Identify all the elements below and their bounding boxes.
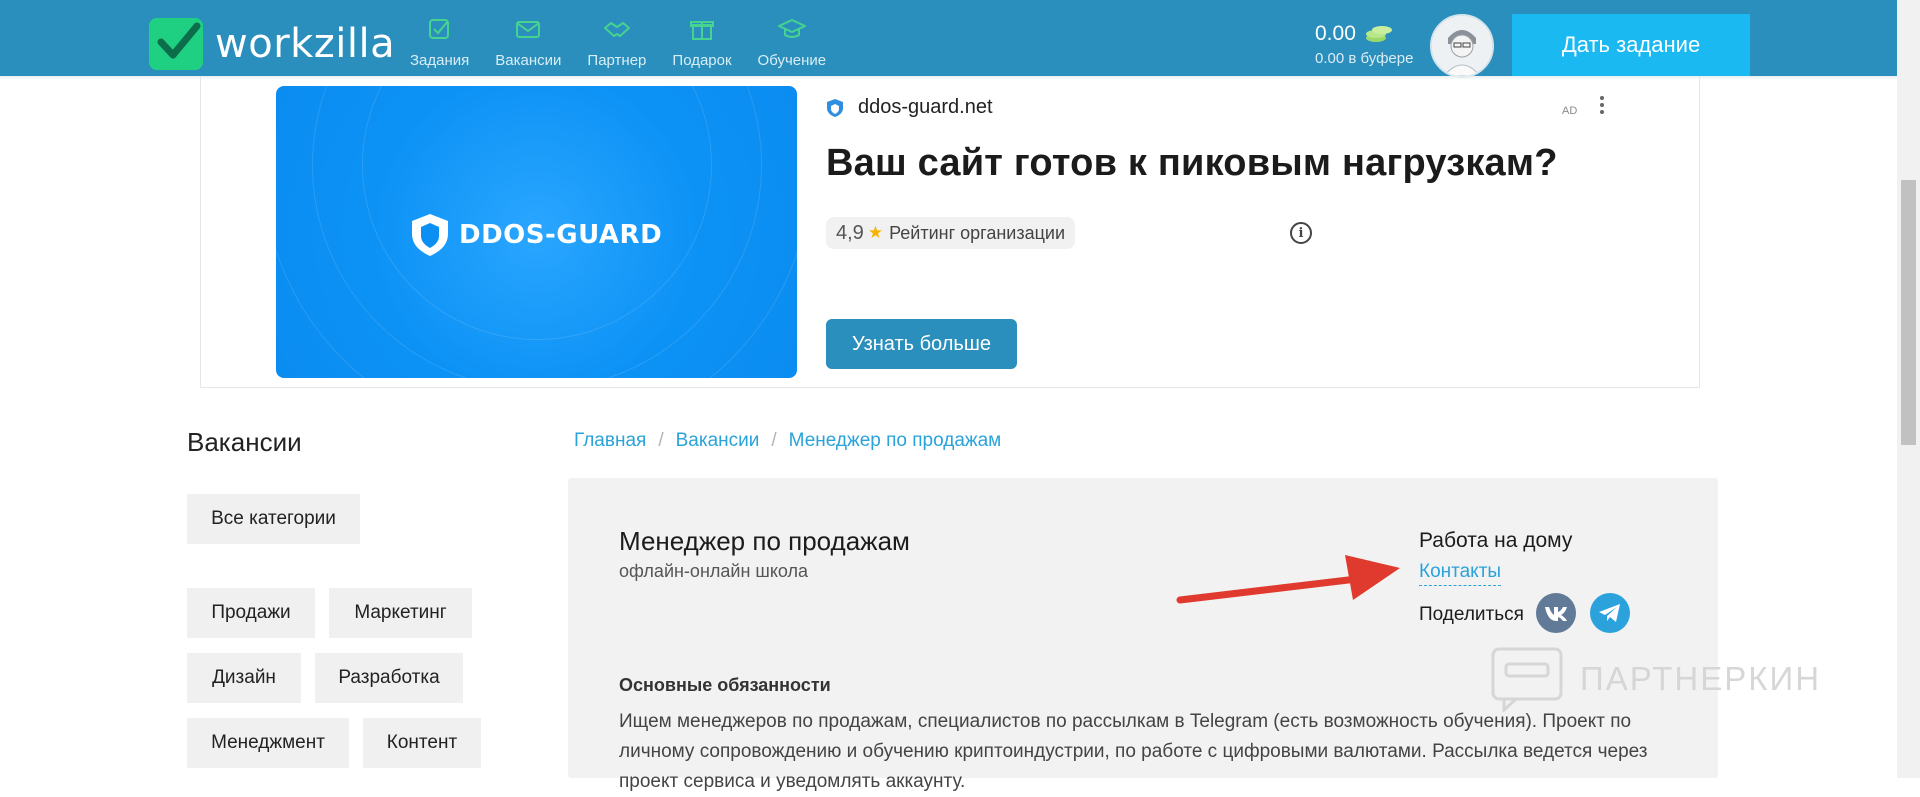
nav-item-tasks[interactable]: Задания	[410, 14, 469, 69]
ad-banner-image[interactable]: DDOS-GUARD	[276, 86, 797, 378]
share-label: Поделиться	[1419, 604, 1524, 625]
nav-label: Подарок	[672, 52, 732, 69]
breadcrumb-home[interactable]: Главная	[574, 430, 646, 452]
workzilla-logo[interactable]: workzilla	[149, 18, 395, 70]
ad-badge: AD	[1562, 105, 1578, 117]
duties-text: Ищем менеджеров по продажам, специалисто…	[619, 711, 1648, 792]
category-design[interactable]: Дизайн	[187, 653, 301, 703]
buffer-balance: 0.00 в буфере	[1315, 50, 1414, 67]
rating-label: Рейтинг организации	[889, 222, 1066, 243]
ad-block: DDOS-GUARD ddos-guard.net AD Ваш сайт го…	[200, 76, 1700, 388]
vacancies-icon	[516, 21, 541, 38]
nav-item-education[interactable]: Обучение	[757, 14, 827, 69]
nav-label: Вакансии	[495, 52, 562, 69]
watermark-text: ПАРТНЕРКИН	[1580, 660, 1822, 697]
nav-label: Партнер	[587, 52, 647, 69]
vk-share-button[interactable]	[1536, 593, 1576, 633]
sidebar-title: Вакансии	[187, 427, 302, 457]
page-scrollbar[interactable]	[1897, 0, 1920, 778]
tasks-icon	[428, 19, 449, 39]
rating-value: 4,9	[836, 221, 864, 244]
info-icon[interactable]: i	[1290, 222, 1312, 244]
balance[interactable]: 0.00 0.00 в буфере	[1315, 22, 1413, 67]
gift-icon	[689, 21, 714, 40]
banner-brand: DDOS-GUARD	[459, 220, 663, 250]
education-icon	[777, 19, 806, 38]
top-header: workzilla Задания Вакансии Партнер Подар…	[0, 0, 1920, 78]
nav-label: Обучение	[757, 52, 827, 69]
nav-item-partner[interactable]: Партнер	[587, 14, 646, 69]
red-arrow-annotation	[1176, 555, 1400, 604]
scrollbar-thumb[interactable]	[1901, 180, 1916, 445]
job-work-type: Работа на дому	[1419, 529, 1573, 552]
contacts-link[interactable]: Контакты	[1419, 561, 1502, 586]
partnerkin-watermark: ПАРТНЕРКИН	[1490, 646, 1821, 712]
category-management[interactable]: Менеджмент	[187, 718, 349, 768]
give-task-button[interactable]: Дать задание	[1512, 14, 1750, 76]
telegram-share-button[interactable]	[1590, 593, 1630, 633]
ad-domain-text: ddos-guard.net	[858, 96, 993, 118]
partner-icon	[603, 22, 630, 37]
ddos-guard-favicon-icon	[827, 98, 843, 117]
duties-title: Основные обязанности	[619, 675, 831, 695]
category-all[interactable]: Все категории	[187, 494, 360, 544]
ddos-guard-banner-logo: DDOS-GUARD	[409, 212, 662, 258]
main-nav: Задания Вакансии Партнер Подарок Обучени…	[410, 14, 852, 69]
breadcrumb-separator: /	[771, 430, 777, 451]
star-icon: ★	[867, 223, 884, 242]
breadcrumb-vacancies[interactable]: Вакансии	[676, 430, 760, 452]
job-title: Менеджер по продажам	[619, 526, 910, 556]
breadcrumb-separator: /	[658, 430, 664, 451]
nav-item-gift[interactable]: Подарок	[672, 14, 732, 69]
nav-item-vacancies[interactable]: Вакансии	[495, 14, 561, 69]
job-company: офлайн-онлайн школа	[619, 561, 809, 581]
vk-icon	[1545, 607, 1567, 621]
user-avatar[interactable]	[1430, 14, 1494, 78]
learn-more-button[interactable]: Узнать больше	[826, 319, 1017, 369]
ad-domain[interactable]: ddos-guard.net	[826, 96, 993, 119]
ad-rating: 4,9 ★ Рейтинг организации	[826, 217, 1076, 249]
shield-icon	[412, 214, 448, 256]
job-card: Менеджер по продажам офлайн-онлайн школа…	[568, 478, 1718, 792]
logo-check-icon	[149, 18, 203, 70]
breadcrumb-current[interactable]: Менеджер по продажам	[789, 430, 1002, 452]
avatar-image-icon	[1432, 16, 1492, 76]
nav-label: Задания	[410, 52, 470, 69]
logo-text: workzilla	[215, 21, 396, 67]
ad-headline[interactable]: Ваш сайт готов к пиковым нагрузкам?	[826, 142, 1558, 185]
watermark-logo-icon	[1491, 647, 1563, 712]
ad-options-icon[interactable]	[1598, 96, 1606, 118]
category-marketing[interactable]: Маркетинг	[329, 588, 472, 638]
category-content[interactable]: Контент	[363, 718, 481, 768]
telegram-icon	[1599, 604, 1620, 622]
category-development[interactable]: Разработка	[315, 653, 463, 703]
coins-icon	[1365, 26, 1392, 42]
breadcrumb: Главная / Вакансии / Менеджер по продажа…	[574, 430, 1001, 452]
category-sales[interactable]: Продажи	[187, 588, 315, 638]
balance-value: 0.00	[1315, 22, 1356, 45]
